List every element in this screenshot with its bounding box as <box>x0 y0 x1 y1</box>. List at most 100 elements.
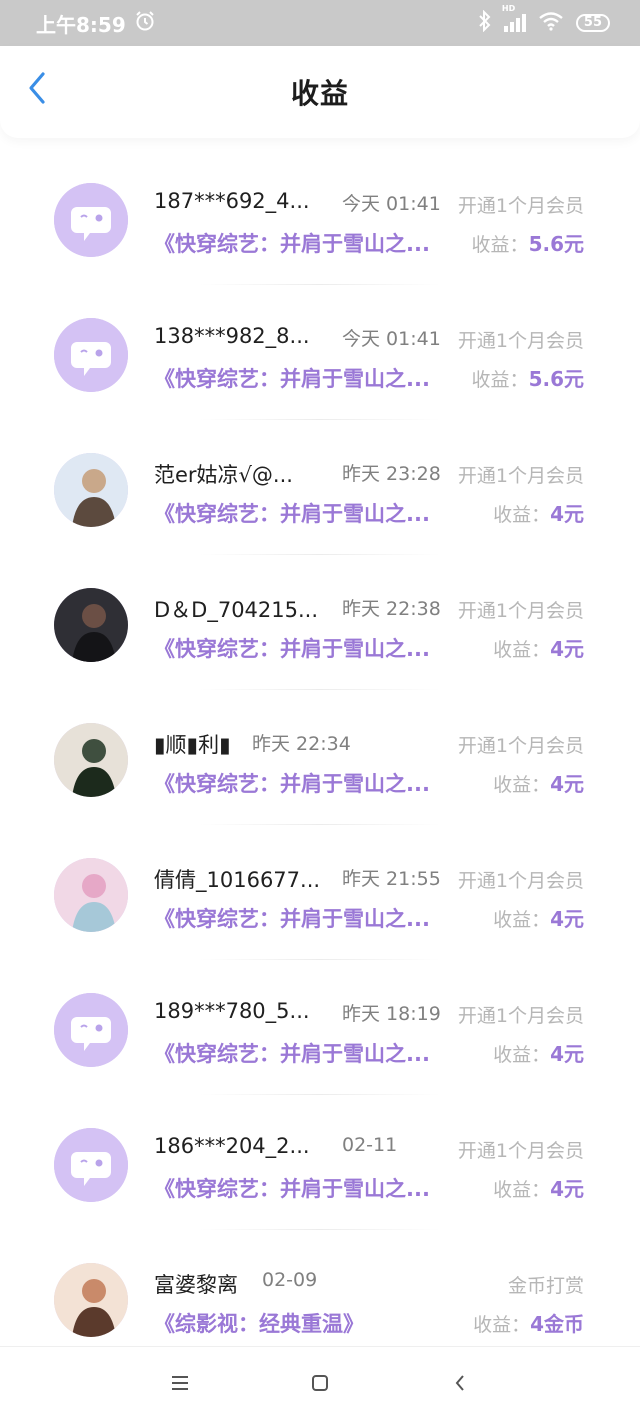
action-type: 开通1个月会员 <box>457 870 584 892</box>
chevron-left-icon <box>453 1373 467 1397</box>
earning-label: 收益： <box>493 1044 551 1066</box>
list-item[interactable]: ▮顺▮利▮ 昨天 22:34 开通1个月会员《快穿综艺：并肩于雪山之... 收益：4元 <box>0 690 640 825</box>
status-left: 上午8:59 <box>36 9 156 38</box>
signal-icon: HD <box>502 4 526 32</box>
list-item[interactable]: 186***204_2... 02-11 开通1个月会员《快穿综艺：并肩于雪山之..… <box>0 1095 640 1230</box>
list-item[interactable]: D＆D_704215... 昨天 22:38 开通1个月会员《快穿综艺：并肩于雪山之… <box>0 555 640 690</box>
timestamp: 昨天 22:34 <box>252 733 351 755</box>
earning-label: 收益： <box>493 774 551 796</box>
bottom-nav-bar <box>0 1346 640 1422</box>
book-title-link[interactable]: 《快穿综艺：并肩于雪山之... <box>154 228 430 258</box>
earning-value: 4元 <box>550 502 584 526</box>
timestamp: 昨天 21:55 <box>342 868 441 890</box>
book-title-link[interactable]: 《快穿综艺：并肩于雪山之... <box>154 633 430 663</box>
user-name: 138***982_8... <box>154 324 310 348</box>
earning-label: 收益： <box>473 1314 531 1336</box>
user-name: 187***692_4... <box>154 189 310 213</box>
list-item[interactable]: 138***982_8... 今天 01:41 开通1个月会员《快穿综艺：并肩于雪山… <box>0 285 640 420</box>
earning-amount: 收益：5.6元 <box>472 363 584 392</box>
wifi-icon <box>538 11 564 35</box>
battery-indicator: 55 <box>575 14 610 32</box>
menu-icon <box>170 1375 190 1395</box>
earning-value: 5.6元 <box>528 367 584 391</box>
avatar[interactable] <box>54 723 128 797</box>
avatar[interactable] <box>54 858 128 932</box>
earning-amount: 收益：4元 <box>493 1038 584 1067</box>
avatar[interactable] <box>54 1263 128 1337</box>
book-title-link[interactable]: 《快穿综艺：并肩于雪山之... <box>154 1038 430 1068</box>
status-bar: 上午8:59 HD 55 <box>0 0 640 46</box>
list-item[interactable]: 倩倩_1016677... 昨天 21:55 开通1个月会员《快穿综艺：并肩于雪山之… <box>0 825 640 960</box>
nav-back-button[interactable] <box>440 1365 480 1405</box>
earning-amount: 收益：4元 <box>493 498 584 527</box>
earning-label: 收益： <box>493 639 551 661</box>
default-avatar-icon[interactable] <box>54 993 128 1067</box>
alarm-icon <box>134 10 156 37</box>
status-time: 上午8:59 <box>36 12 126 37</box>
earning-value: 4金币 <box>530 1312 584 1336</box>
timestamp: 02-09 <box>262 1269 318 1291</box>
page-title: 收益 <box>290 77 349 110</box>
menu-button[interactable] <box>160 1365 200 1405</box>
user-name: 189***780_5... <box>154 999 310 1023</box>
list-item[interactable]: 范er姑凉√@... 昨天 23:28 开通1个月会员《快穿综艺：并肩于雪山之...… <box>0 420 640 555</box>
earning-amount: 收益：4元 <box>493 1173 584 1202</box>
earning-amount: 收益：4元 <box>493 903 584 932</box>
timestamp: 今天 01:41 <box>342 328 441 350</box>
user-name: 范er姑凉√@... <box>154 463 293 487</box>
earning-value: 4元 <box>550 1177 584 1201</box>
home-button[interactable] <box>300 1365 340 1405</box>
status-right: HD 55 <box>478 4 610 36</box>
earning-label: 收益： <box>471 234 529 256</box>
book-title-link[interactable]: 《快穿综艺：并肩于雪山之... <box>154 363 430 393</box>
user-name: 186***204_2... <box>154 1134 310 1158</box>
header: 收益 <box>0 46 640 138</box>
earning-value: 5.6元 <box>528 232 584 256</box>
avatar[interactable] <box>54 453 128 527</box>
timestamp: 昨天 23:28 <box>342 463 441 485</box>
list-item[interactable]: 189***780_5... 昨天 18:19 开通1个月会员《快穿综艺：并肩于雪山… <box>0 960 640 1095</box>
action-type: 金币打赏 <box>507 1275 584 1297</box>
earning-amount: 收益：4元 <box>493 633 584 662</box>
earning-value: 4元 <box>550 772 584 796</box>
action-type: 开通1个月会员 <box>457 1140 584 1162</box>
book-title-link[interactable]: 《综影视：经典重温》 <box>154 1308 364 1338</box>
bluetooth-icon <box>478 9 492 36</box>
action-type: 开通1个月会员 <box>457 600 584 622</box>
book-title-link[interactable]: 《快穿综艺：并肩于雪山之... <box>154 768 430 798</box>
earning-label: 收益： <box>493 909 551 931</box>
action-type: 开通1个月会员 <box>457 735 584 757</box>
action-type: 开通1个月会员 <box>457 465 584 487</box>
hd-label: HD <box>501 4 516 13</box>
book-title-link[interactable]: 《快穿综艺：并肩于雪山之... <box>154 903 430 933</box>
timestamp: 昨天 18:19 <box>342 1003 441 1025</box>
timestamp: 昨天 22:38 <box>342 598 441 620</box>
avatar[interactable] <box>54 588 128 662</box>
list-item[interactable]: 富婆黎离 02-09 金币打赏《综影视：经典重温》 收益：4金币 <box>0 1230 640 1365</box>
earning-value: 4元 <box>550 1042 584 1066</box>
book-title-link[interactable]: 《快穿综艺：并肩于雪山之... <box>154 498 430 528</box>
earnings-list: 187***692_4... 今天 01:41 开通1个月会员 《快穿综艺：并肩于雪山… <box>0 150 640 1365</box>
timestamp: 今天 01:41 <box>342 193 441 215</box>
timestamp: 02-11 <box>342 1134 398 1156</box>
book-title-link[interactable]: 《快穿综艺：并肩于雪山之... <box>154 1173 430 1203</box>
user-name: 富婆黎离 <box>154 1273 238 1297</box>
user-name: ▮顺▮利▮ <box>154 733 231 757</box>
action-type: 开通1个月会员 <box>457 330 584 352</box>
user-name: D＆D_704215... <box>154 598 319 622</box>
earning-value: 4元 <box>550 637 584 661</box>
user-name: 倩倩_1016677... <box>154 868 321 892</box>
earning-label: 收益： <box>471 369 529 391</box>
square-icon <box>310 1373 330 1397</box>
earning-amount: 收益：4金币 <box>473 1308 584 1337</box>
earning-label: 收益： <box>493 1179 551 1201</box>
action-type: 开通1个月会员 <box>457 195 584 217</box>
default-avatar-icon[interactable] <box>54 1128 128 1202</box>
list-item[interactable]: 187***692_4... 今天 01:41 开通1个月会员《快穿综艺：并肩于雪山… <box>0 150 640 285</box>
earning-value: 4元 <box>550 907 584 931</box>
earning-amount: 收益：5.6元 <box>472 228 584 257</box>
default-avatar-icon[interactable] <box>54 183 128 257</box>
action-type: 开通1个月会员 <box>457 1005 584 1027</box>
earning-amount: 收益：4元 <box>493 768 584 797</box>
default-avatar-icon[interactable] <box>54 318 128 392</box>
